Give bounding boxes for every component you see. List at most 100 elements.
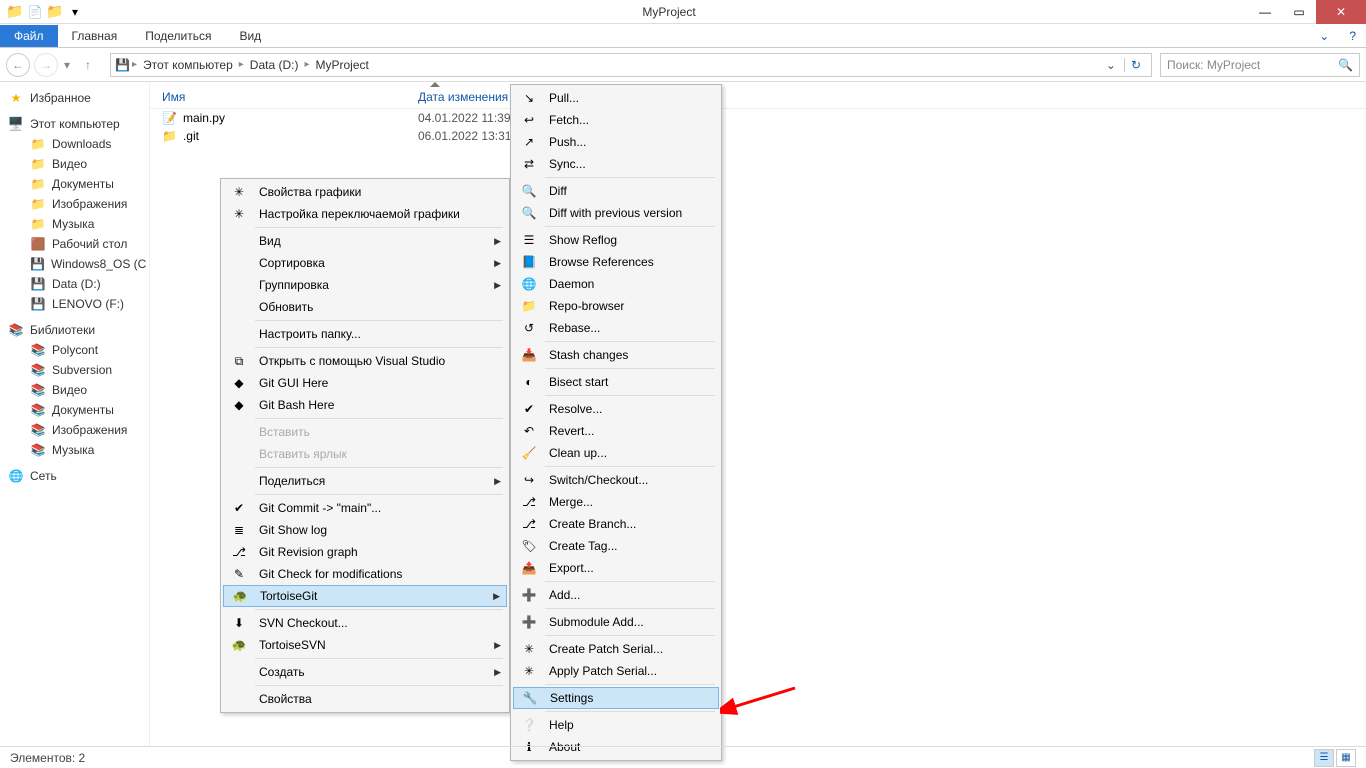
tab-view[interactable]: Вид	[225, 25, 275, 47]
menu-item[interactable]: ✳ Create Patch Serial...	[513, 638, 719, 660]
sidebar-item[interactable]: Downloads	[0, 134, 149, 154]
menu-item[interactable]: ❔ Help	[513, 714, 719, 736]
menu-item[interactable]: Группировка ▶	[223, 274, 507, 296]
menu-item[interactable]: ↪ Switch/Checkout...	[513, 469, 719, 491]
nav-up[interactable]: ↑	[76, 53, 100, 77]
crumb-sep-icon[interactable]: ▸	[132, 59, 137, 70]
menu-item[interactable]: Свойства	[223, 688, 507, 710]
menu-item[interactable]: ↺ Rebase...	[513, 317, 719, 339]
close-button[interactable]: ✕	[1316, 0, 1366, 24]
refresh-button[interactable]: ↻	[1124, 58, 1147, 72]
crumb-0[interactable]: Этот компьютер	[139, 58, 237, 72]
menu-item[interactable]: 📁 Repo-browser	[513, 295, 719, 317]
menu-item[interactable]: 🔍 Diff with previous version	[513, 202, 719, 224]
sidebar-favorites[interactable]: Избранное	[0, 88, 149, 108]
crumb-2[interactable]: MyProject	[312, 58, 373, 72]
menu-item[interactable]: ⇄ Sync...	[513, 153, 719, 175]
view-icons-button[interactable]: ▦	[1336, 749, 1356, 767]
menu-item[interactable]: ⎇ Create Branch...	[513, 513, 719, 535]
menu-item[interactable]: ➕ Submodule Add...	[513, 611, 719, 633]
menu-item[interactable]: 🐢 TortoiseSVN ▶	[223, 634, 507, 656]
menu-item[interactable]: 🔧 Settings	[513, 687, 719, 709]
menu-item[interactable]: 🧹 Clean up...	[513, 442, 719, 464]
sidebar-thispc[interactable]: Этот компьютер	[0, 114, 149, 134]
menu-item[interactable]: ↗ Push...	[513, 131, 719, 153]
menu-item[interactable]: 🌐 Daemon	[513, 273, 719, 295]
menu-item[interactable]: ✔ Git Commit -> "main"...	[223, 497, 507, 519]
sidebar-libraries[interactable]: Библиотеки	[0, 320, 149, 340]
menu-item[interactable]: Вид ▶	[223, 230, 507, 252]
file-row[interactable]: main.py 04.01.2022 11:39	[150, 109, 1366, 127]
qat-icon-props[interactable]: 📄	[26, 3, 44, 21]
crumb-1[interactable]: Data (D:)	[246, 58, 303, 72]
menu-item[interactable]: ↘ Pull...	[513, 87, 719, 109]
address-dropdown[interactable]: ⌄	[1100, 58, 1122, 72]
sidebar-item[interactable]: Документы	[0, 400, 149, 420]
qat-icon-folder[interactable]	[6, 3, 24, 21]
crumb-sep-icon[interactable]: ▸	[304, 59, 309, 70]
menu-item[interactable]: 📥 Stash changes	[513, 344, 719, 366]
menu-item[interactable]: 📤 Export...	[513, 557, 719, 579]
menu-item[interactable]: ◆ Git Bash Here	[223, 394, 507, 416]
sidebar-item[interactable]: LENOVO (F:)	[0, 294, 149, 314]
menu-item[interactable]: ◐ Bisect start	[513, 371, 719, 393]
sidebar-item[interactable]: Видео	[0, 154, 149, 174]
min-button[interactable]: —	[1248, 0, 1282, 24]
sidebar-item[interactable]: Видео	[0, 380, 149, 400]
sidebar-item[interactable]: Документы	[0, 174, 149, 194]
sidebar-item[interactable]: Polycont	[0, 340, 149, 360]
qat-icon-open[interactable]	[46, 3, 64, 21]
tab-home[interactable]: Главная	[58, 25, 132, 47]
address-bar[interactable]: ▸ Этот компьютер ▸ Data (D:) ▸ MyProject…	[110, 53, 1152, 77]
sidebar-item[interactable]: Windows8_OS (C	[0, 254, 149, 274]
menu-item[interactable]: 🔍 Diff	[513, 180, 719, 202]
col-name[interactable]: Имя	[162, 90, 418, 104]
qat-dropdown[interactable]: ▾	[66, 3, 84, 21]
menu-item[interactable]: Сортировка ▶	[223, 252, 507, 274]
nav-back[interactable]: ←	[6, 53, 30, 77]
menu-item[interactable]: Вставить ярлык	[223, 443, 507, 465]
nav-forward[interactable]: →	[34, 53, 58, 77]
sidebar-item[interactable]: Subversion	[0, 360, 149, 380]
sidebar-item[interactable]: Музыка	[0, 440, 149, 460]
menu-item[interactable]: ✎ Git Check for modifications	[223, 563, 507, 585]
sidebar-item[interactable]: Изображения	[0, 194, 149, 214]
menu-item[interactable]: ⧉ Открыть с помощью Visual Studio	[223, 350, 507, 372]
menu-item[interactable]: Создать ▶	[223, 661, 507, 683]
menu-item[interactable]: Вставить	[223, 421, 507, 443]
sidebar-item[interactable]: Музыка	[0, 214, 149, 234]
menu-item[interactable]: ◆ Git GUI Here	[223, 372, 507, 394]
menu-item[interactable]: ✔ Resolve...	[513, 398, 719, 420]
sidebar-item[interactable]: Data (D:)	[0, 274, 149, 294]
sidebar-item[interactable]: Изображения	[0, 420, 149, 440]
menu-item[interactable]: 🐢 TortoiseGit ▶	[223, 585, 507, 607]
menu-item[interactable]: 📘 Browse References	[513, 251, 719, 273]
crumb-sep-icon[interactable]: ▸	[239, 59, 244, 70]
max-button[interactable]: ▭	[1282, 0, 1316, 24]
ribbon-help[interactable]: ?	[1339, 29, 1366, 43]
menu-item[interactable]: Настроить папку...	[223, 323, 507, 345]
ribbon-expand[interactable]: ⌄	[1309, 29, 1339, 43]
menu-item[interactable]: ≣ Git Show log	[223, 519, 507, 541]
menu-item[interactable]: 🏷 Create Tag...	[513, 535, 719, 557]
view-details-button[interactable]: ☰	[1314, 749, 1334, 767]
menu-item[interactable]: ⎇ Merge...	[513, 491, 719, 513]
tab-share[interactable]: Поделиться	[131, 25, 225, 47]
menu-item[interactable]: ✳ Настройка переключаемой графики	[223, 203, 507, 225]
tab-file[interactable]: Файл	[0, 25, 58, 47]
menu-item[interactable]: ⬇ SVN Checkout...	[223, 612, 507, 634]
menu-item[interactable]: ↶ Revert...	[513, 420, 719, 442]
menu-item[interactable]: Обновить	[223, 296, 507, 318]
menu-item[interactable]: ✳ Свойства графики	[223, 181, 507, 203]
sidebar-item[interactable]: Рабочий стол	[0, 234, 149, 254]
file-row[interactable]: .git 06.01.2022 13:31	[150, 127, 1366, 145]
search-box[interactable]: Поиск: MyProject 🔍	[1160, 53, 1360, 77]
menu-item[interactable]: Поделиться ▶	[223, 470, 507, 492]
menu-item[interactable]: ➕ Add...	[513, 584, 719, 606]
menu-item[interactable]: ↩ Fetch...	[513, 109, 719, 131]
menu-item[interactable]: ⎇ Git Revision graph	[223, 541, 507, 563]
sidebar-network[interactable]: Сеть	[0, 466, 149, 486]
menu-item[interactable]: ☰ Show Reflog	[513, 229, 719, 251]
nav-history[interactable]: ▾	[62, 58, 72, 72]
menu-item[interactable]: ✳ Apply Patch Serial...	[513, 660, 719, 682]
